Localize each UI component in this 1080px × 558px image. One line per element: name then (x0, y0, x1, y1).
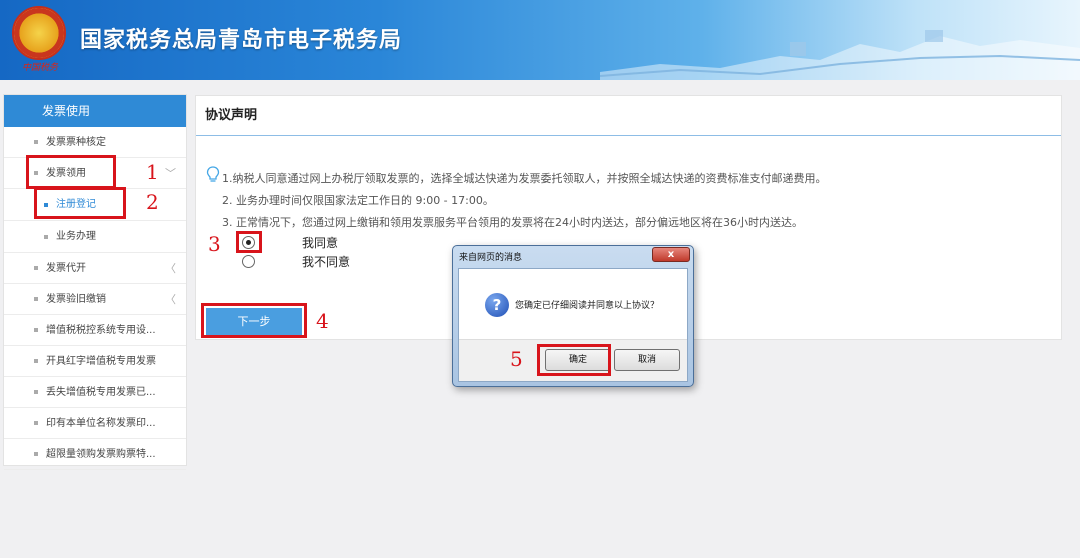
lightbulb-icon (206, 166, 220, 182)
agreement-line-2: 2. 业务办理时间仅限国家法定工作日的 9:00 - 17:00。 (222, 194, 494, 207)
sidebar-item-label: 印有本单位名称发票印... (46, 418, 156, 429)
chevron-left-icon: 〈 (165, 293, 176, 306)
bullet-icon (44, 235, 48, 239)
sidebar-item-label: 业务办理 (56, 231, 96, 242)
bullet-icon (34, 359, 38, 363)
annotation-box-3 (236, 231, 262, 253)
bullet-icon (34, 266, 38, 270)
sidebar-item-ticket-type[interactable]: 发票票种核定 (4, 127, 186, 158)
cancel-button[interactable]: 取消 (614, 349, 680, 371)
sidebar-item-business[interactable]: 业务办理 (4, 221, 186, 253)
dialog-message: 您确定已仔细阅读并同意以上协议？ (515, 301, 660, 311)
annotation-number-5: 5 (510, 347, 523, 371)
sidebar-item-label: 丢失增值税专用发票已... (46, 387, 156, 398)
sidebar-item-invoice-cancel[interactable]: 发票验旧缴销 〈 (4, 284, 186, 315)
annotation-number-4: 4 (316, 309, 329, 333)
annotation-number-3: 3 (208, 232, 221, 256)
sidebar-item-label: 发票代开 (46, 263, 86, 274)
tax-emblem-icon (12, 6, 66, 60)
chevron-down-icon: ﹀ (165, 167, 176, 180)
bullet-icon (34, 390, 38, 394)
dialog-title: 来自网页的消息 (459, 253, 523, 263)
sidebar-item-label: 发票票种核定 (46, 137, 106, 148)
disagree-label: 我不同意 (302, 255, 351, 269)
close-icon[interactable]: x (652, 247, 690, 262)
annotation-number-2: 2 (146, 190, 159, 214)
sidebar-item-over-limit[interactable]: 超限量领购发票购票特... (4, 439, 186, 470)
sidebar: 发票使用 发票票种核定 发票领用 ﹀ 注册登记 业务办理 发票代开 〈 发票验旧… (3, 94, 187, 470)
sidebar-item-invoice-proxy[interactable]: 发票代开 〈 (4, 253, 186, 284)
chevron-left-icon: 〈 (165, 262, 176, 275)
question-icon: ? (485, 293, 509, 317)
disagree-radio[interactable] (242, 255, 255, 268)
sidebar-item-red-invoice[interactable]: 开具红字增值税专用发票 (4, 346, 186, 377)
bullet-icon (34, 297, 38, 301)
sidebar-item-label: 开具红字增值税专用发票 (46, 356, 156, 367)
sidebar-item-label: 增值税税控系统专用设... (46, 325, 156, 336)
page-title: 协议声明 (196, 96, 1061, 136)
bullet-icon (34, 140, 38, 144)
annotation-box-1 (26, 155, 116, 189)
sidebar-item-printed-invoice[interactable]: 印有本单位名称发票印... (4, 408, 186, 439)
emblem-caption: 中国税务 (21, 63, 58, 73)
great-wall-illustration (600, 30, 1080, 80)
agreement-line-1: 1.纳税人同意通过网上办税厅领取发票的，选择全城达快递为发票委托领取人，并按照全… (222, 172, 827, 185)
agree-label: 我同意 (302, 236, 339, 250)
site-title: 国家税务总局青岛市电子税务局 (80, 28, 403, 53)
annotation-box-4 (201, 303, 307, 338)
bullet-icon (34, 452, 38, 456)
bullet-icon (34, 328, 38, 332)
bullet-icon (34, 421, 38, 425)
annotation-number-1: 1 (146, 160, 159, 184)
sidebar-heading[interactable]: 发票使用 (4, 95, 186, 127)
annotation-box-5 (537, 344, 611, 376)
sidebar-item-label: 发票验旧缴销 (46, 294, 106, 305)
site-header: 中国税务 国家税务总局青岛市电子税务局 (0, 0, 1080, 80)
sidebar-item-lost-invoice[interactable]: 丢失增值税专用发票已... (4, 377, 186, 408)
annotation-box-2 (34, 187, 126, 219)
sidebar-item-tax-control[interactable]: 增值税税控系统专用设... (4, 315, 186, 346)
agreement-line-3: 3. 正常情况下，您通过网上缴销和领用发票服务平台领用的发票将在24小时内送达，… (222, 216, 803, 229)
sidebar-item-label: 超限量领购发票购票特... (46, 449, 156, 460)
